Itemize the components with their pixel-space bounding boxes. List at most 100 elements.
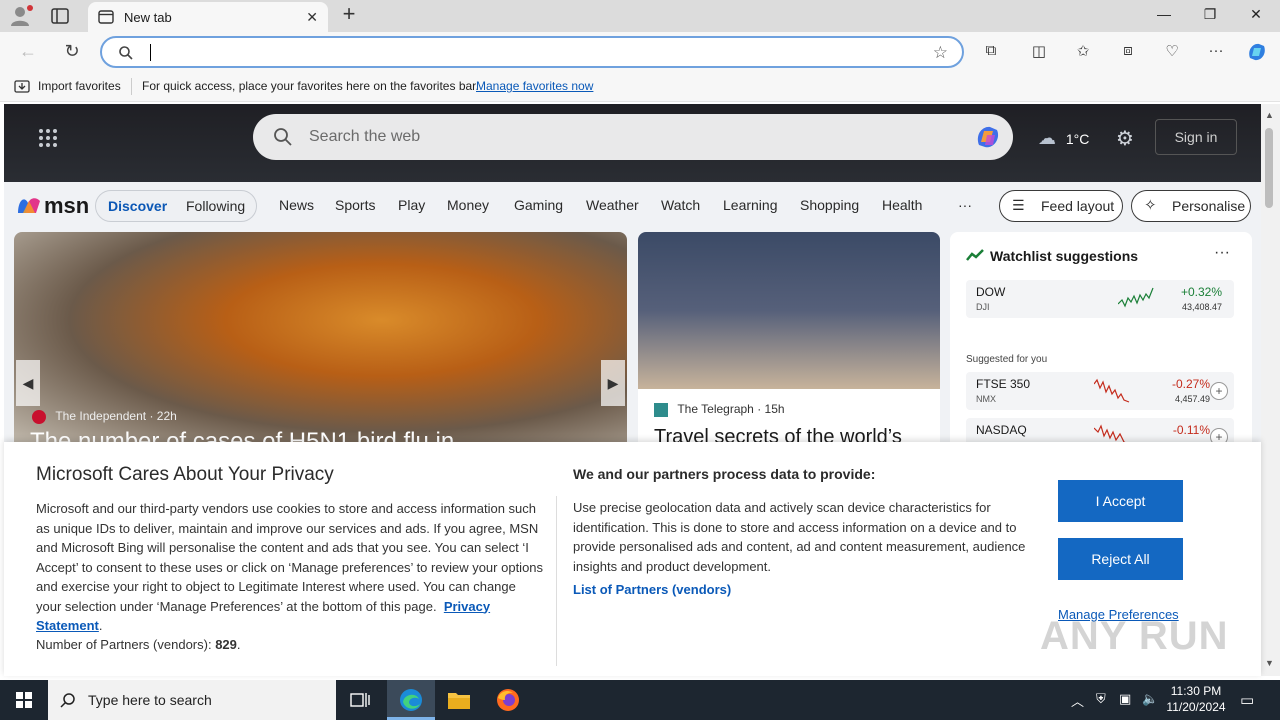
accept-button[interactable]: I Accept — [1058, 480, 1183, 522]
tab-actions-icon[interactable] — [50, 7, 70, 25]
carousel-next-icon[interactable]: ▶ — [601, 360, 625, 406]
page-scrollbar[interactable]: ▲ ▼ — [1261, 104, 1280, 676]
favorite-star-icon[interactable]: ☆ — [933, 43, 948, 63]
back-icon[interactable]: ← — [17, 41, 39, 63]
favorites-icon[interactable]: ✩ — [1073, 42, 1093, 62]
close-window-button[interactable]: ✕ — [1246, 6, 1266, 26]
quote-sparkline — [1094, 378, 1130, 403]
feed-layout-button[interactable]: ☰ Feed layout — [999, 190, 1123, 222]
copilot-icon[interactable] — [973, 123, 1003, 151]
quote-symbol: FTSE 350 — [976, 377, 1031, 391]
settings-gear-icon[interactable]: ⚙ — [1116, 126, 1138, 150]
new-tab-page-icon — [98, 10, 114, 24]
partners-count-line: Number of Partners (vendors): 829. — [36, 637, 241, 652]
taskbar-search-box[interactable]: Type here to search — [48, 680, 336, 720]
weather-widget[interactable]: ☁ 1°C — [1038, 128, 1089, 149]
address-bar[interactable]: ☆ — [100, 36, 964, 68]
msn-logo[interactable]: msn — [16, 191, 90, 219]
taskbar-clock[interactable]: 11:30 PM 11/20/2024 — [1164, 683, 1228, 715]
quote-exchange: NMX — [976, 394, 996, 404]
partners-label: Number of Partners (vendors): — [36, 637, 212, 652]
restore-button[interactable]: ❐ — [1200, 6, 1220, 26]
import-favorites-button[interactable]: Import favorites — [38, 79, 121, 93]
nav-sports[interactable]: Sports — [335, 197, 375, 213]
divider — [131, 78, 132, 95]
quote-price: 4,457.49 — [1174, 394, 1210, 404]
taskbar-explorer-button[interactable] — [435, 680, 483, 720]
nav-gaming[interactable]: Gaming — [514, 197, 563, 213]
task-view-icon — [350, 693, 370, 707]
tray-chevron-icon[interactable]: ︿ — [1071, 691, 1084, 710]
taskbar-edge-button[interactable] — [387, 680, 435, 720]
collections-icon[interactable]: ⧈ — [1118, 42, 1138, 62]
extensions-icon[interactable]: ⧉ — [981, 42, 1001, 62]
nav-shopping[interactable]: Shopping — [800, 197, 859, 213]
hero-story-card[interactable]: ◀ ▶ The Independent · 22h The number of … — [14, 232, 627, 452]
independent-logo-icon — [32, 409, 46, 424]
personalise-button[interactable]: ✧ Personalise — [1131, 190, 1251, 222]
import-favorites-icon[interactable] — [14, 79, 30, 93]
taskbar-firefox-button[interactable] — [484, 680, 532, 720]
story-image — [638, 232, 940, 389]
msn-nav-strip: msn Discover Following News Sports Play … — [4, 182, 1261, 230]
tab-new-tab[interactable]: New tab ✕ — [88, 2, 328, 32]
apps-grid-icon[interactable] — [38, 128, 58, 148]
carousel-prev-icon[interactable]: ◀ — [16, 360, 40, 406]
nav-money[interactable]: Money — [447, 197, 489, 213]
clock-date: 11/20/2024 — [1166, 700, 1226, 714]
nav-news[interactable]: News — [279, 197, 314, 213]
watchlist-more-icon[interactable]: ··· — [1214, 244, 1230, 262]
search-icon — [274, 128, 292, 146]
nav-play[interactable]: Play — [398, 197, 425, 213]
windows-start-icon[interactable] — [0, 680, 48, 720]
web-search-box[interactable]: Search the web — [253, 114, 1013, 160]
refresh-icon[interactable]: ↻ — [61, 41, 83, 63]
split-screen-icon[interactable]: ◫ — [1029, 42, 1049, 62]
tab-discover[interactable]: Discover — [108, 198, 167, 214]
feed-toggle: Discover Following — [95, 190, 257, 222]
nav-more[interactable]: ··· — [958, 197, 972, 213]
quote-row[interactable]: FTSE 350 NMX -0.27% 4,457.49 + — [966, 372, 1234, 410]
nav-health[interactable]: Health — [882, 197, 922, 213]
network-icon[interactable]: ▣ — [1119, 691, 1131, 707]
sign-in-button[interactable]: Sign in — [1155, 119, 1237, 155]
volume-icon[interactable]: 🔈 — [1142, 691, 1158, 707]
title-bar: New tab ✕ + — ❐ ✕ — [0, 0, 1280, 32]
close-tab-icon[interactable]: ✕ — [306, 9, 318, 26]
add-to-watchlist-icon[interactable]: + — [1210, 382, 1228, 400]
story-card[interactable]: The Telegraph · 15h Travel secrets of th… — [638, 232, 940, 452]
scroll-up-icon[interactable]: ▲ — [1265, 110, 1274, 120]
quote-change: +0.32% — [1180, 285, 1222, 299]
msn-logo-text: msn — [44, 193, 90, 218]
anyrun-watermark: ANY RUN — [1040, 614, 1229, 658]
scroll-down-icon[interactable]: ▼ — [1265, 658, 1274, 668]
nav-watch[interactable]: Watch — [661, 197, 700, 213]
hero-age: 22h — [156, 409, 177, 423]
privacy-body-text: Microsoft and our third-party vendors us… — [36, 501, 544, 614]
notifications-icon[interactable]: ▭ — [1240, 691, 1254, 709]
minimize-button[interactable]: — — [1154, 6, 1174, 26]
copilot-icon[interactable] — [1245, 40, 1269, 64]
nav-weather[interactable]: Weather — [586, 197, 639, 213]
browser-essentials-icon[interactable]: ♡ — [1162, 42, 1182, 62]
task-view-button[interactable] — [336, 680, 384, 720]
scroll-thumb[interactable] — [1265, 128, 1273, 208]
watchlist-card: Watchlist suggestions ··· DOW DJI +0.32%… — [950, 232, 1252, 452]
purposes-body: Use precise geolocation data and activel… — [573, 500, 1026, 574]
quote-row[interactable]: DOW DJI +0.32% 43,408.47 — [966, 280, 1234, 318]
reject-all-button[interactable]: Reject All — [1058, 538, 1183, 580]
personalise-icon: ✧ — [1144, 197, 1157, 214]
manage-favorites-link[interactable]: Manage favorites now — [476, 79, 593, 93]
network-defender-icon[interactable]: ⛨ — [1096, 691, 1106, 707]
hero-source: The Independent · 22h — [32, 409, 177, 424]
folder-icon — [448, 693, 470, 709]
new-tab-button[interactable]: + — [338, 3, 360, 26]
vendor-list-link[interactable]: List of Partners (vendors) — [573, 582, 731, 597]
profile-icon[interactable] — [8, 4, 34, 28]
taskbar: Type here to search ︿ ⛨ ▣ 🔈 11:30 PM 11/… — [0, 680, 1280, 720]
firefox-icon — [497, 689, 519, 711]
more-menu-icon[interactable]: ··· — [1206, 42, 1226, 62]
msn-header: Search the web ☁ 1°C ⚙ Sign in — [4, 104, 1261, 182]
nav-learning[interactable]: Learning — [723, 197, 778, 213]
tab-following[interactable]: Following — [186, 198, 245, 214]
